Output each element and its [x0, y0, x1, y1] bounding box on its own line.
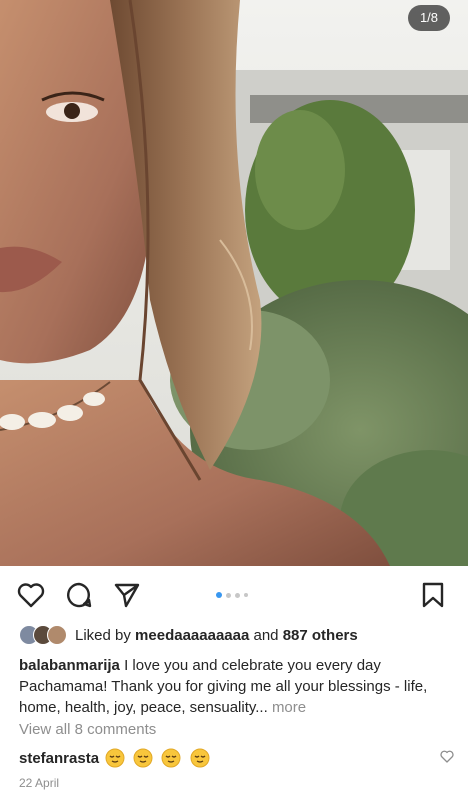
carousel-dot — [216, 592, 222, 598]
carousel-indicator — [216, 592, 248, 598]
relieved-face-icon — [133, 748, 153, 768]
comment-like-heart-icon[interactable] — [440, 750, 454, 767]
view-all-comments-link[interactable]: View all 8 comments — [19, 721, 156, 738]
comment-row: stefanrasta — [19, 748, 454, 768]
action-bar — [0, 566, 468, 622]
carousel-dot — [235, 592, 240, 598]
comment-icon[interactable] — [64, 580, 94, 610]
caption-username[interactable]: balabanmarija — [19, 657, 120, 674]
avatar — [47, 625, 67, 645]
post-caption: balabanmarija I love you and celebrate y… — [19, 655, 454, 718]
relieved-face-icon — [105, 748, 125, 768]
carousel-dot — [226, 592, 231, 598]
liker-avatars[interactable] — [19, 625, 67, 645]
portrait-photo — [0, 0, 468, 566]
comment-username[interactable]: stefanrasta — [19, 750, 99, 767]
liked-by-user[interactable]: meedaaaaaaaaa — [135, 627, 249, 644]
relieved-face-icon — [190, 748, 210, 768]
carousel-dot — [244, 593, 248, 597]
instagram-post: 1/8 Liked by meedaaaaaaaaa and 887 other… — [0, 0, 468, 802]
caption-more-link[interactable]: more — [272, 699, 306, 716]
send-icon[interactable] — [112, 580, 142, 610]
photo-counter: 1/8 — [408, 5, 450, 31]
likes-row: Liked by meedaaaaaaaaa and 887 others — [19, 623, 458, 647]
post-photo[interactable]: 1/8 — [0, 0, 468, 566]
comment-emojis — [105, 748, 214, 768]
bookmark-icon[interactable] — [418, 580, 448, 610]
liked-by-and: and — [253, 626, 279, 644]
liked-by-prefix: Liked by — [75, 626, 131, 644]
heart-icon[interactable] — [16, 580, 46, 610]
liked-by-others[interactable]: 887 others — [283, 627, 358, 644]
post-date: 22 April — [19, 776, 60, 790]
relieved-face-icon — [161, 748, 181, 768]
